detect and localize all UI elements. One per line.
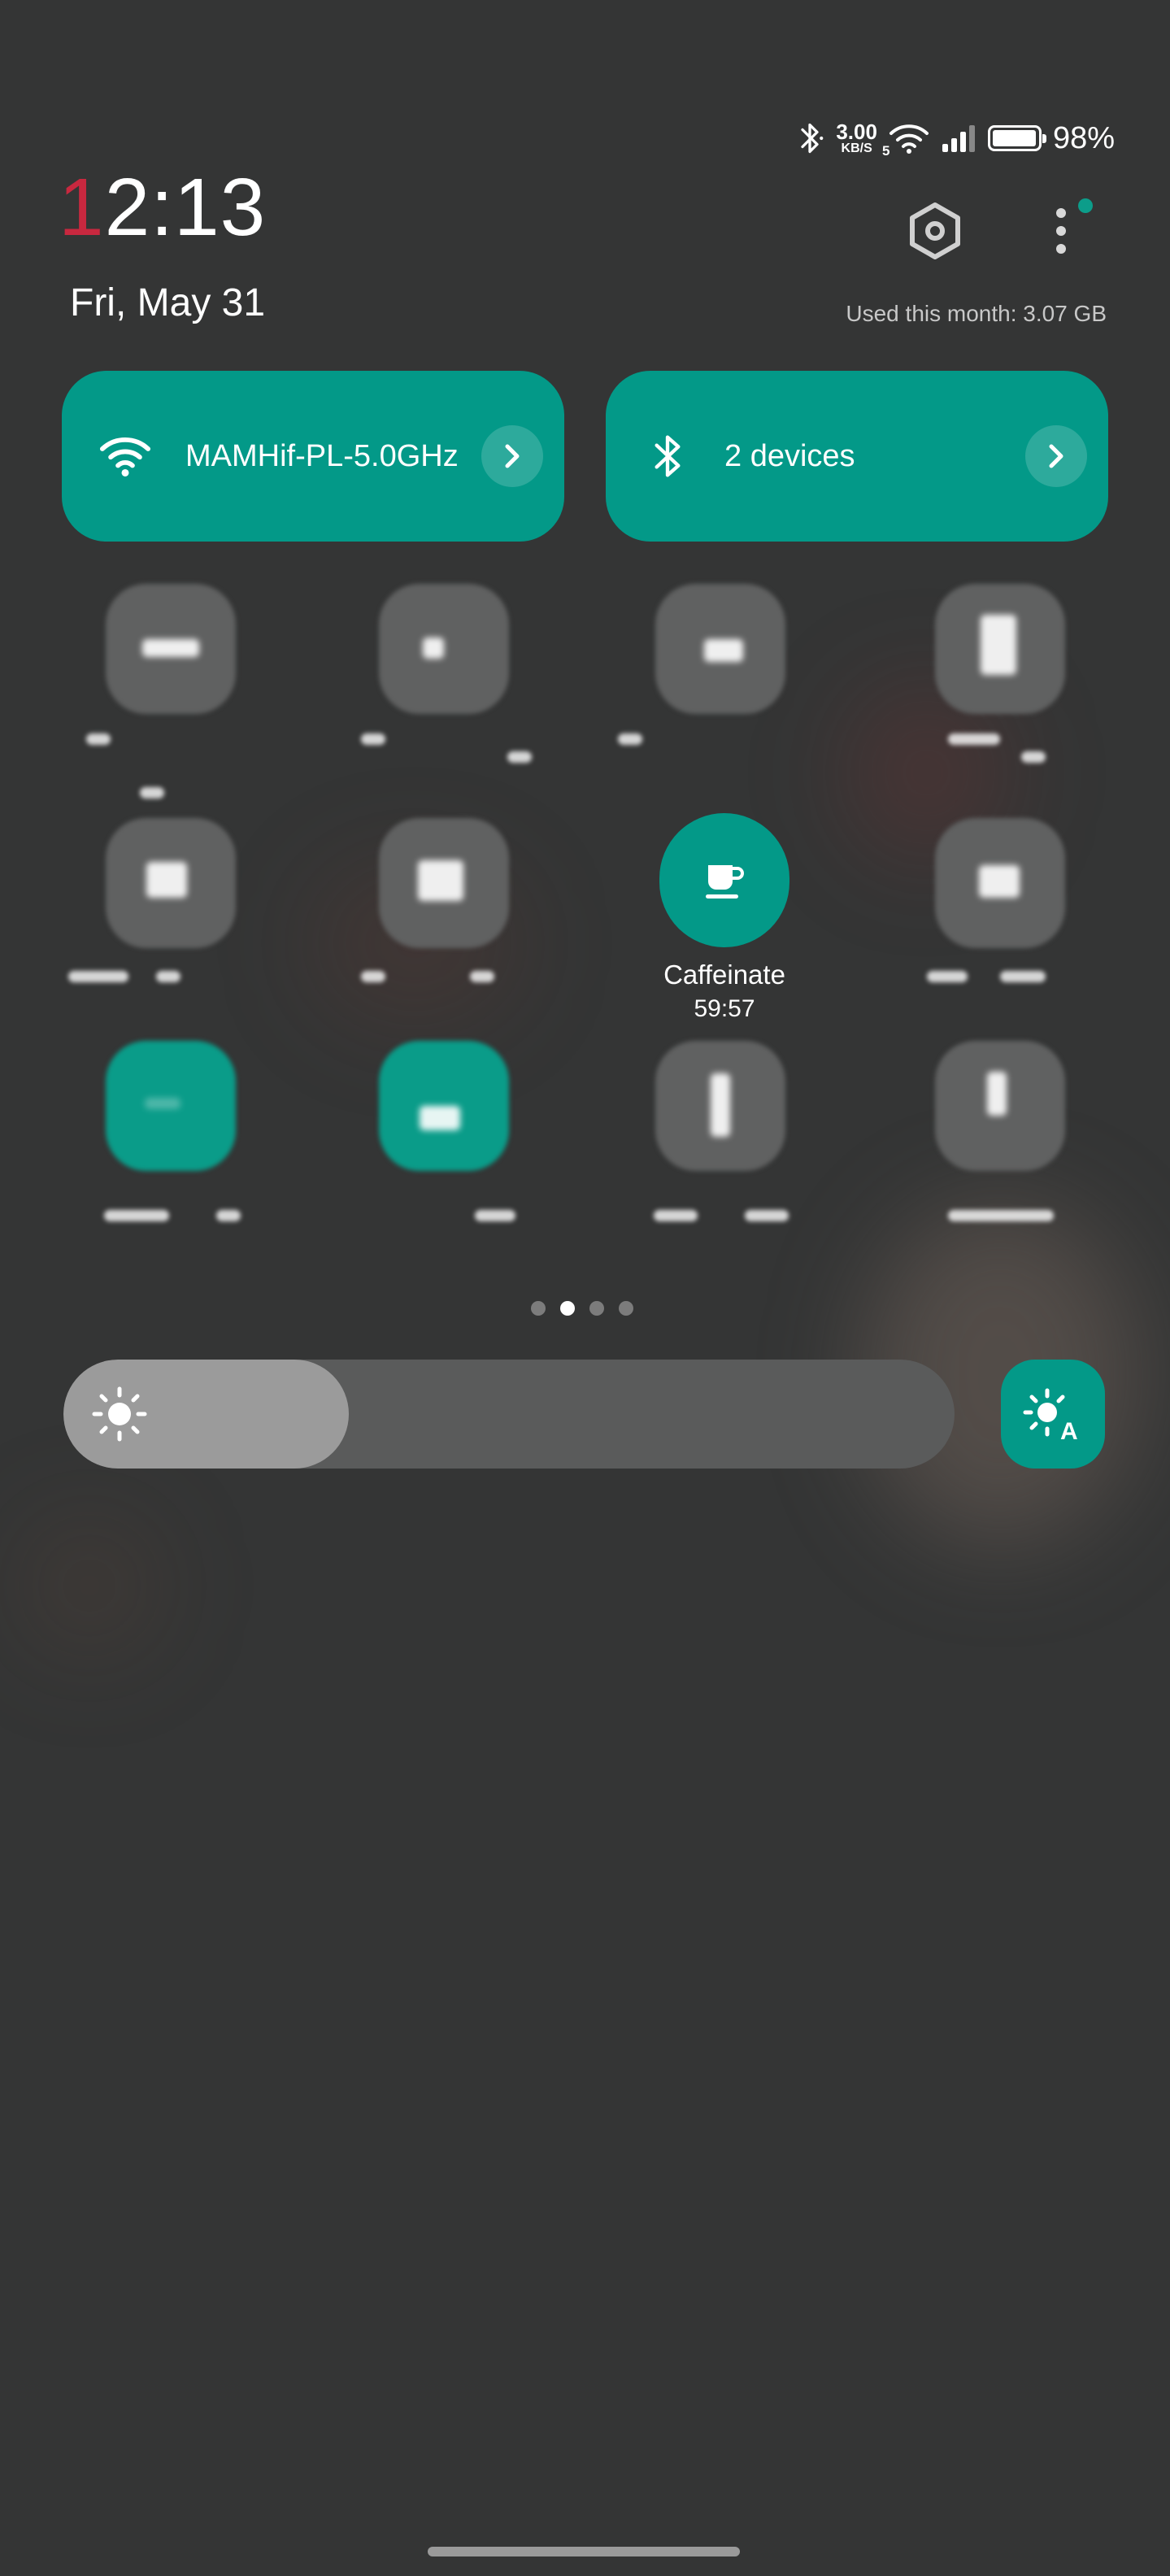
tile-label [1000,971,1046,982]
bluetooth-icon [651,432,684,481]
network-speed-unit: KB/S [841,141,872,155]
caffeinate-timer: 59:57 [694,995,755,1022]
wifi-band-label: 5 [881,143,890,159]
tile-label [927,971,968,982]
tile-label [654,1210,698,1221]
tile-label [140,787,164,798]
tile-glyph [704,639,743,662]
clock-hour-first-digit: 1 [59,162,105,253]
svg-text:A: A [1060,1418,1078,1442]
tile-glyph [987,1072,1007,1116]
tile-glyph [981,615,1016,675]
wifi-icon: 5 [882,122,929,159]
brightness-slider[interactable] [63,1360,955,1469]
clock[interactable]: 12:13 [59,167,266,248]
page-dot[interactable] [531,1301,546,1316]
tile-label [216,1210,241,1221]
data-usage-text: Used this month: 3.07 GB [846,301,1107,326]
tile-glyph [420,1106,460,1130]
caffeinate-tile[interactable] [659,813,789,947]
more-icon[interactable] [1033,198,1093,263]
tile-label [618,733,642,745]
wifi-tile[interactable]: MAMHif-PL-5.0GHz [62,371,564,542]
settings-icon[interactable] [903,198,968,263]
tile-label [361,733,385,745]
date[interactable]: Fri, May 31 [70,281,265,325]
tile-glyph [418,860,463,901]
tile-glyph [142,639,199,657]
tile-label [475,1210,515,1221]
tile-label [948,733,1000,745]
auto-brightness-button[interactable]: A [1001,1360,1105,1469]
tile-glyph [145,1098,181,1109]
sun-icon [91,1386,148,1447]
wifi-network-name: MAMHif-PL-5.0GHz [185,438,459,473]
bluetooth-devices-label: 2 devices [724,438,855,473]
tile-label [507,751,532,763]
page-dot[interactable] [619,1301,633,1316]
tile-glyph [711,1073,730,1137]
chevron-right-icon[interactable] [481,425,543,487]
bluetooth-icon [795,121,824,155]
page-indicator [531,1301,633,1316]
tile-label [470,971,494,982]
tile-label [156,971,181,982]
tile-glyph [423,637,444,659]
network-speed-value: 3.00 [836,120,877,144]
network-speed: 3.00 KB/S [836,121,877,155]
quick-setting-tile[interactable] [379,584,509,714]
tile-label [104,1210,169,1221]
tile-glyph [146,862,187,898]
chevron-right-icon[interactable] [1025,425,1087,487]
battery-percentage: 98% [1052,120,1115,155]
status-bar: 3.00 KB/S 5 98% [795,114,1115,163]
page-dot[interactable] [589,1301,604,1316]
battery-icon [987,125,1046,151]
tile-label [948,1210,1054,1221]
caffeinate-label: Caffeinate [663,959,785,990]
notification-dot [1078,198,1093,213]
coffee-cup-icon [703,860,746,901]
tile-label [361,971,385,982]
home-indicator[interactable] [428,2547,740,2556]
wifi-icon [99,434,151,478]
page-dot-active[interactable] [560,1301,575,1316]
tile-glyph [979,865,1020,898]
tile-label [86,733,111,745]
bluetooth-tile[interactable]: 2 devices [606,371,1108,542]
clock-rest: 2:13 [104,162,267,253]
tile-label [68,971,128,982]
signal-icon [941,124,976,152]
tile-label [1021,751,1046,763]
tile-label [745,1210,789,1221]
auto-brightness-icon: A [1023,1386,1083,1442]
